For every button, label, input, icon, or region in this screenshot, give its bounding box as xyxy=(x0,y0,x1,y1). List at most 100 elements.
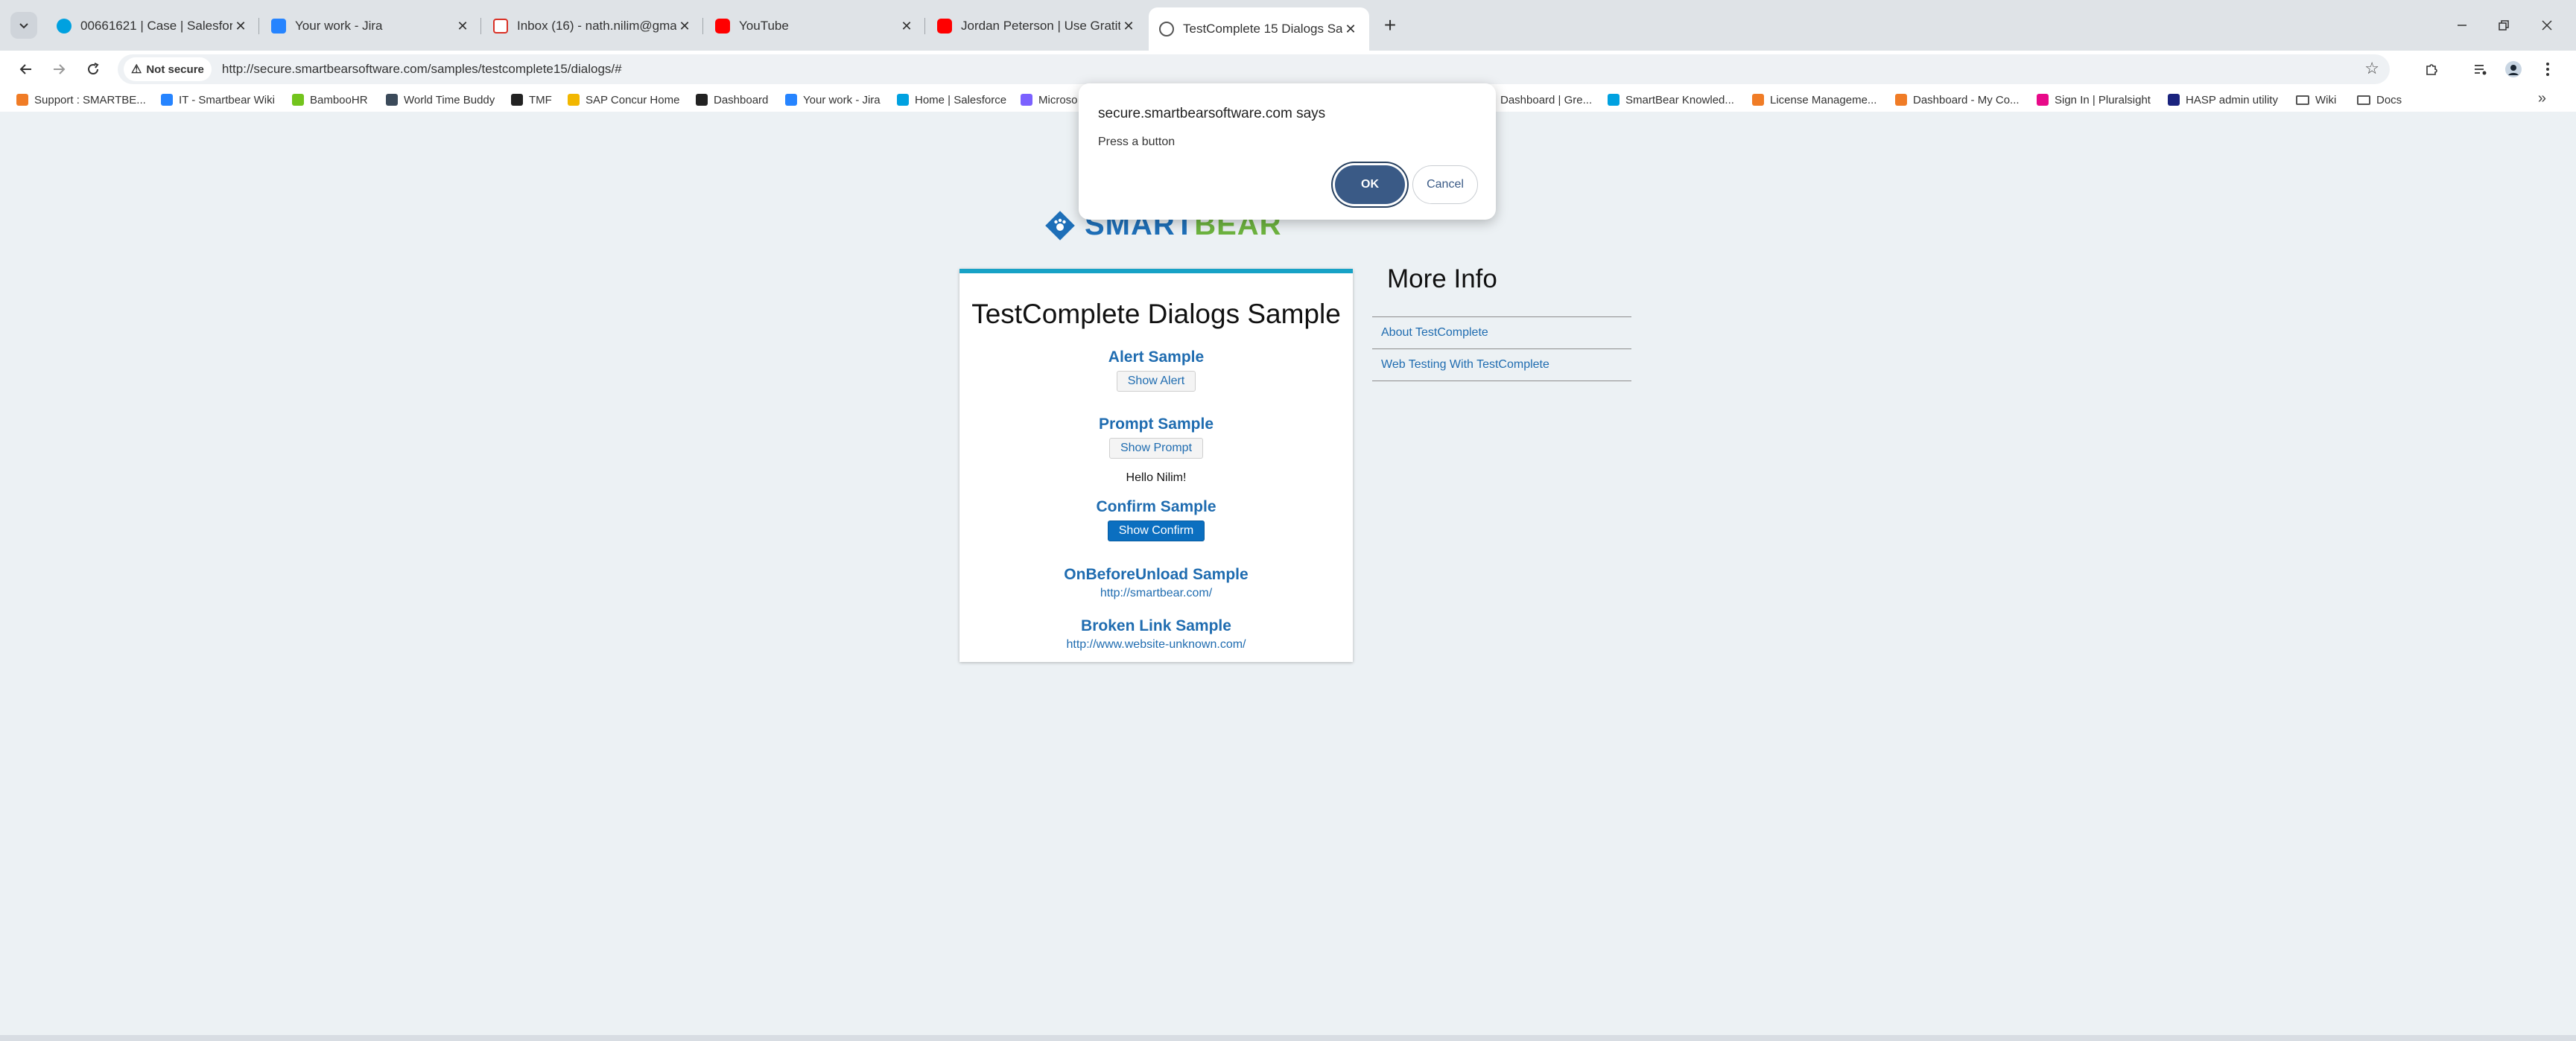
folder-icon xyxy=(2357,95,2370,105)
bookmark-favicon-icon xyxy=(1895,94,1907,106)
bookmark-favicon-icon xyxy=(2168,94,2180,106)
page-title: TestComplete Dialogs Sample xyxy=(971,299,1341,329)
youtube-icon xyxy=(937,19,952,34)
bookmark-pluralsight[interactable]: Sign In | Pluralsight xyxy=(2037,90,2151,109)
prompt-sample-title: Prompt Sample xyxy=(1098,416,1214,433)
bookmark-world-time-buddy[interactable]: World Time Buddy xyxy=(386,90,495,109)
site-info-chip[interactable]: ⚠ Not secure xyxy=(124,57,212,81)
broken-link[interactable]: http://www.website-unknown.com/ xyxy=(959,638,1353,652)
bookmark-hasp-admin[interactable]: HASP admin utility xyxy=(2168,90,2278,109)
new-tab-button[interactable]: + xyxy=(1375,10,1405,40)
web-testing-link[interactable]: Web Testing With TestComplete xyxy=(1372,349,1631,381)
bookmark-favicon-icon xyxy=(568,94,580,106)
address-bar[interactable]: ⚠ Not secure http://secure.smartbearsoft… xyxy=(118,54,2390,84)
profile-avatar[interactable] xyxy=(2502,58,2525,80)
bookmark-license-management[interactable]: License Manageme... xyxy=(1752,90,1877,109)
bookmark-label: Dashboard - My Co... xyxy=(1913,93,2020,106)
more-info-panel: More Info About TestComplete Web Testing… xyxy=(1372,264,1631,381)
bookmark-label: Your work - Jira xyxy=(803,93,881,106)
broken-link-section: Broken Link Sample http://www.website-un… xyxy=(959,617,1353,652)
bookmark-favicon-icon xyxy=(785,94,797,106)
confirm-dialog: secure.smartbearsoftware.com says Press … xyxy=(1079,83,1496,220)
dialog-cancel-button[interactable]: Cancel xyxy=(1412,165,1478,204)
bookmark-smartbear-knowledge[interactable]: SmartBear Knowled... xyxy=(1608,90,1734,109)
bookmark-dashboard-my-co[interactable]: Dashboard - My Co... xyxy=(1895,90,2020,109)
bookmark-microsoft[interactable]: Microso xyxy=(1021,90,1078,109)
smartbear-link[interactable]: http://smartbear.com/ xyxy=(959,587,1353,600)
bookmark-salesforce-home[interactable]: Home | Salesforce xyxy=(897,90,1006,109)
bookmark-it-wiki[interactable]: IT - Smartbear Wiki xyxy=(161,90,275,109)
bookmark-folder-docs[interactable]: Docs xyxy=(2357,90,2402,109)
back-button[interactable] xyxy=(13,57,39,82)
minimize-icon xyxy=(2458,25,2466,26)
globe-icon xyxy=(1159,22,1174,36)
onbeforeunload-sample-title: OnBeforeUnload Sample xyxy=(1064,566,1249,583)
about-testcomplete-link[interactable]: About TestComplete xyxy=(1372,317,1631,349)
bookmark-bamboohr[interactable]: BambooHR xyxy=(292,90,368,109)
more-info-heading: More Info xyxy=(1387,264,1497,293)
extensions-button[interactable] xyxy=(2420,58,2443,80)
tab-youtube[interactable]: YouTube ✕ xyxy=(705,7,925,45)
close-tab-icon[interactable]: ✕ xyxy=(1342,22,1359,37)
url-text[interactable]: http://secure.smartbearsoftware.com/samp… xyxy=(222,62,622,77)
tab-label: Jordan Peterson | Use Gratitude xyxy=(961,19,1120,33)
bookmark-label: License Manageme... xyxy=(1770,93,1877,106)
bookmark-label: Microso xyxy=(1038,93,1078,106)
bookmark-label: Home | Salesforce xyxy=(915,93,1007,106)
tab-testcomplete-dialogs[interactable]: TestComplete 15 Dialogs Sampl ✕ xyxy=(1149,7,1369,51)
bookmark-label: Support : SMARTBE... xyxy=(34,93,146,106)
reload-button[interactable] xyxy=(80,57,106,82)
more-bookmarks-button[interactable]: » xyxy=(2538,90,2546,107)
broken-link-sample-title: Broken Link Sample xyxy=(1081,617,1231,634)
close-window-button[interactable] xyxy=(2528,10,2566,40)
bookmark-dashboard[interactable]: Dashboard xyxy=(696,90,768,109)
close-tab-icon[interactable]: ✕ xyxy=(232,19,249,34)
bookmark-star-icon[interactable]: ☆ xyxy=(2364,59,2379,78)
bookmark-tmf[interactable]: TMF xyxy=(511,90,552,109)
tab-gmail[interactable]: Inbox (16) - nath.nilim@gmail. ✕ xyxy=(483,7,703,45)
bookmark-sap-concur[interactable]: SAP Concur Home xyxy=(568,90,679,109)
bookmark-favicon-icon xyxy=(897,94,909,106)
tab-jira[interactable]: Your work - Jira ✕ xyxy=(261,7,481,45)
bookmark-support-smartbear[interactable]: Support : SMARTBE... xyxy=(16,90,146,109)
restore-button[interactable] xyxy=(2485,10,2522,40)
minimize-button[interactable] xyxy=(2443,10,2481,40)
jira-icon xyxy=(271,19,286,34)
tab-salesforce-case[interactable]: 00661621 | Case | Salesforce ✕ xyxy=(46,7,259,45)
bookmark-label: SmartBear Knowled... xyxy=(1625,93,1734,106)
show-confirm-button[interactable]: Show Confirm xyxy=(1107,520,1205,541)
close-tab-icon[interactable]: ✕ xyxy=(898,19,915,34)
close-tab-icon[interactable]: ✕ xyxy=(1120,19,1137,34)
playlist-icon xyxy=(2475,65,2487,75)
bookmark-favicon-icon xyxy=(1752,94,1764,106)
bookmark-label: Dashboard xyxy=(714,93,769,106)
show-prompt-button[interactable]: Show Prompt xyxy=(1108,438,1204,459)
tab-youtube-video[interactable]: Jordan Peterson | Use Gratitude ✕ xyxy=(927,7,1147,45)
menu-button[interactable] xyxy=(2536,58,2560,80)
bookmark-favicon-icon xyxy=(292,94,304,106)
bookmark-jira[interactable]: Your work - Jira xyxy=(785,90,881,109)
bookmark-favicon-icon xyxy=(16,94,28,106)
confirm-sample-title: Confirm Sample xyxy=(1096,498,1216,515)
arrow-right-icon xyxy=(54,64,66,74)
show-alert-button[interactable]: Show Alert xyxy=(1116,371,1196,392)
close-tab-icon[interactable]: ✕ xyxy=(676,19,693,34)
dialog-ok-button[interactable]: OK xyxy=(1335,165,1405,204)
avatar-icon xyxy=(2505,61,2522,77)
tab-search-button[interactable] xyxy=(10,12,37,39)
bookmark-label: HASP admin utility xyxy=(2186,93,2278,106)
youtube-icon xyxy=(715,19,730,34)
warning-icon: ⚠ xyxy=(131,63,142,76)
close-tab-icon[interactable]: ✕ xyxy=(454,19,471,34)
bookmark-label: Dashboard | Gre... xyxy=(1500,93,1593,106)
bookmark-dashboard-gre[interactable]: Dashboard | Gre... xyxy=(1500,90,1592,109)
bookmark-folder-wiki[interactable]: Wiki xyxy=(2296,90,2336,109)
chevron-down-icon xyxy=(19,23,28,29)
forward-button[interactable] xyxy=(46,57,72,82)
bookmark-favicon-icon xyxy=(2037,94,2049,106)
bookmark-favicon-icon xyxy=(696,94,708,106)
bookmark-favicon-icon xyxy=(1608,94,1619,106)
tab-label: Inbox (16) - nath.nilim@gmail. xyxy=(517,19,676,33)
arrow-left-icon xyxy=(19,64,31,74)
media-controls-button[interactable] xyxy=(2469,58,2493,80)
